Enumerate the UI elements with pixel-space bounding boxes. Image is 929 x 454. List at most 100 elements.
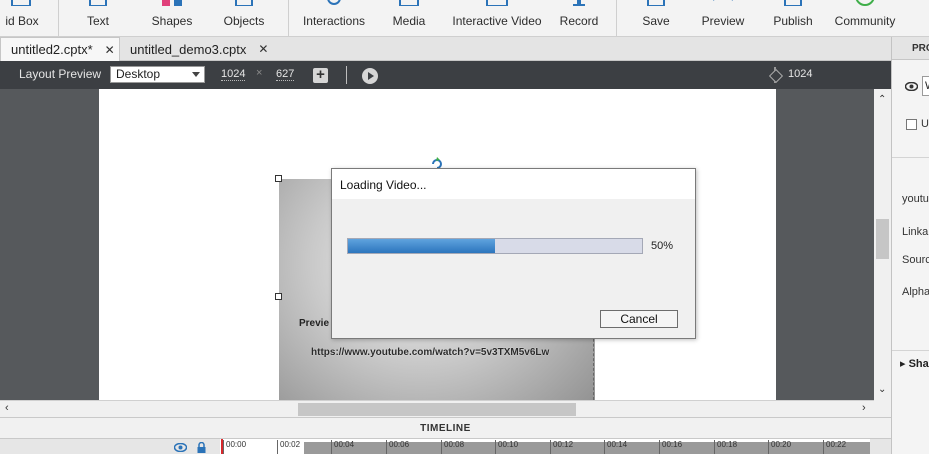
interactive-video-icon <box>486 0 508 6</box>
horizontal-scrollbar[interactable]: ‹ › <box>0 400 874 417</box>
timeline-tick: 00:20 <box>768 440 791 454</box>
properties-checkbox[interactable] <box>906 119 917 130</box>
play-button[interactable] <box>362 68 378 84</box>
layout-preview-label: Layout Preview <box>19 67 102 81</box>
toolbar-divider <box>616 0 617 37</box>
shapes-icon <box>162 0 182 6</box>
shadow-label: Sha <box>908 358 929 370</box>
object-name-input[interactable]: W <box>922 76 929 96</box>
toolbar-shapes-button[interactable]: Shapes <box>142 0 202 37</box>
scroll-thumb[interactable] <box>298 403 576 416</box>
toolbar-label: Interactive Video <box>452 14 542 28</box>
toolbar-record-button[interactable]: Record <box>556 0 602 37</box>
prop-label-youtube: youtu <box>902 193 929 205</box>
vertical-scrollbar[interactable]: ⌃ ⌄ <box>874 89 891 400</box>
text-icon <box>89 0 107 6</box>
preview-icon <box>713 0 733 1</box>
document-tabs: untitled2.cptx* ✕ untitled_demo3.cptx ✕ <box>0 37 891 61</box>
scrollbar-corner <box>874 400 891 417</box>
timeline-title: TIMELINE <box>420 423 471 434</box>
loading-video-dialog: Loading Video... 50% Cancel <box>331 168 696 339</box>
toolbar-label: id Box <box>5 14 39 28</box>
close-icon[interactable]: ✕ <box>258 42 268 56</box>
ruler-marker-handle[interactable] <box>769 67 781 83</box>
eye-icon[interactable] <box>905 82 918 91</box>
timeline-tick: 00:14 <box>604 440 627 454</box>
tab-label: untitled2.cptx* <box>11 42 93 57</box>
prop-label-linkage: Linka <box>902 226 929 238</box>
add-breakpoint-button[interactable]: + <box>313 66 328 83</box>
publish-icon <box>784 0 802 6</box>
toolbar-interactive-video-button[interactable]: Interactive Video <box>450 0 544 37</box>
toolbar-objects-button[interactable]: Objects <box>215 0 273 37</box>
lock-icon[interactable] <box>197 442 206 453</box>
toolbar-community-button[interactable]: Community <box>832 0 898 37</box>
progress-bar <box>347 238 643 254</box>
panel-divider <box>892 350 929 351</box>
chevron-right-icon[interactable]: › <box>862 402 866 414</box>
toolbar-media-button[interactable]: Media <box>385 0 433 37</box>
panel-divider <box>892 157 929 158</box>
dialog-title: Loading Video... <box>340 178 427 192</box>
chevron-right-icon: ▸ <box>900 358 909 370</box>
timeline-tick: 00:12 <box>550 440 573 454</box>
preview-label: Previe <box>299 318 330 329</box>
properties-panel: PRO W U youtu Linka Sourc Alpha ▸ Sha <box>891 37 929 454</box>
properties-header[interactable]: PRO <box>892 37 929 60</box>
video-url-text: https://www.youtube.com/watch?v=5v3TXM5v… <box>311 347 550 358</box>
device-select[interactable]: Desktop <box>110 66 205 83</box>
cancel-button[interactable]: Cancel <box>600 310 678 328</box>
toolbar-preview-button[interactable]: Preview <box>696 0 750 37</box>
toolbar-label: Preview <box>701 14 745 28</box>
times-separator: × <box>256 67 263 79</box>
width-field[interactable]: 1024 <box>221 68 246 81</box>
toolbar-divider <box>58 0 59 37</box>
selection-edge <box>593 329 594 400</box>
eye-icon[interactable] <box>174 443 187 452</box>
chevron-down-icon[interactable]: ⌄ <box>878 384 886 395</box>
resize-handle[interactable] <box>275 175 282 182</box>
toolbar-quiz-box-button[interactable]: id Box <box>0 0 52 37</box>
scroll-thumb[interactable] <box>876 219 889 259</box>
resize-handle[interactable] <box>275 293 282 300</box>
toolbar-divider <box>346 66 347 84</box>
timeline-body: 00:00 00:02 00:04 00:06 00:08 00:10 00:1… <box>0 439 891 454</box>
timeline-tick: 00:02 <box>277 440 300 454</box>
dialog-titlebar: Loading Video... <box>332 169 695 199</box>
record-icon <box>573 0 585 6</box>
checkbox-label: U <box>921 118 929 130</box>
height-field[interactable]: 627 <box>276 68 295 81</box>
toolbar-label: Save <box>642 14 670 28</box>
tab-untitled2[interactable]: untitled2.cptx* ✕ <box>0 37 120 61</box>
progress-fill <box>348 239 495 253</box>
toolbar-text-button[interactable]: Text <box>70 0 126 37</box>
plus-icon: + <box>316 66 325 83</box>
chevron-up-icon[interactable]: ⌃ <box>878 94 886 105</box>
timeline-tick: 00:06 <box>386 440 409 454</box>
shadow-section-toggle[interactable]: ▸ Sha <box>900 357 929 370</box>
chevron-left-icon[interactable]: ‹ <box>5 402 9 414</box>
prop-label-alpha: Alpha <box>902 286 929 298</box>
timeline-ruler[interactable]: 00:00 00:02 00:04 00:06 00:08 00:10 00:1… <box>220 439 870 454</box>
timeline-header[interactable]: TIMELINE <box>0 417 891 439</box>
ruler-width-value: 1024 <box>788 68 813 80</box>
quiz-box-icon <box>11 0 31 6</box>
timeline-tick: 00:16 <box>659 440 682 454</box>
close-icon[interactable]: ✕ <box>105 43 115 57</box>
objects-icon <box>235 0 253 6</box>
device-select-value: Desktop <box>116 67 161 81</box>
media-icon <box>399 0 419 6</box>
timeline-tick: 00:00 <box>223 440 246 454</box>
toolbar-label: Interactions <box>302 14 366 28</box>
toolbar-label: Text <box>86 14 109 28</box>
toolbar-interactions-button[interactable]: Interactions <box>300 0 368 37</box>
toolbar-label: Objects <box>223 14 265 28</box>
toolbar-save-button[interactable]: Save <box>634 0 678 37</box>
toolbar-publish-button[interactable]: Publish <box>768 0 818 37</box>
chevron-down-icon <box>192 72 200 77</box>
timeline-playhead[interactable] <box>221 439 223 454</box>
toolbar-label: Media <box>392 14 426 28</box>
tab-untitled-demo3[interactable]: untitled_demo3.cptx ✕ <box>120 37 270 61</box>
save-icon <box>647 0 665 6</box>
timeline-tick: 00:08 <box>441 440 464 454</box>
